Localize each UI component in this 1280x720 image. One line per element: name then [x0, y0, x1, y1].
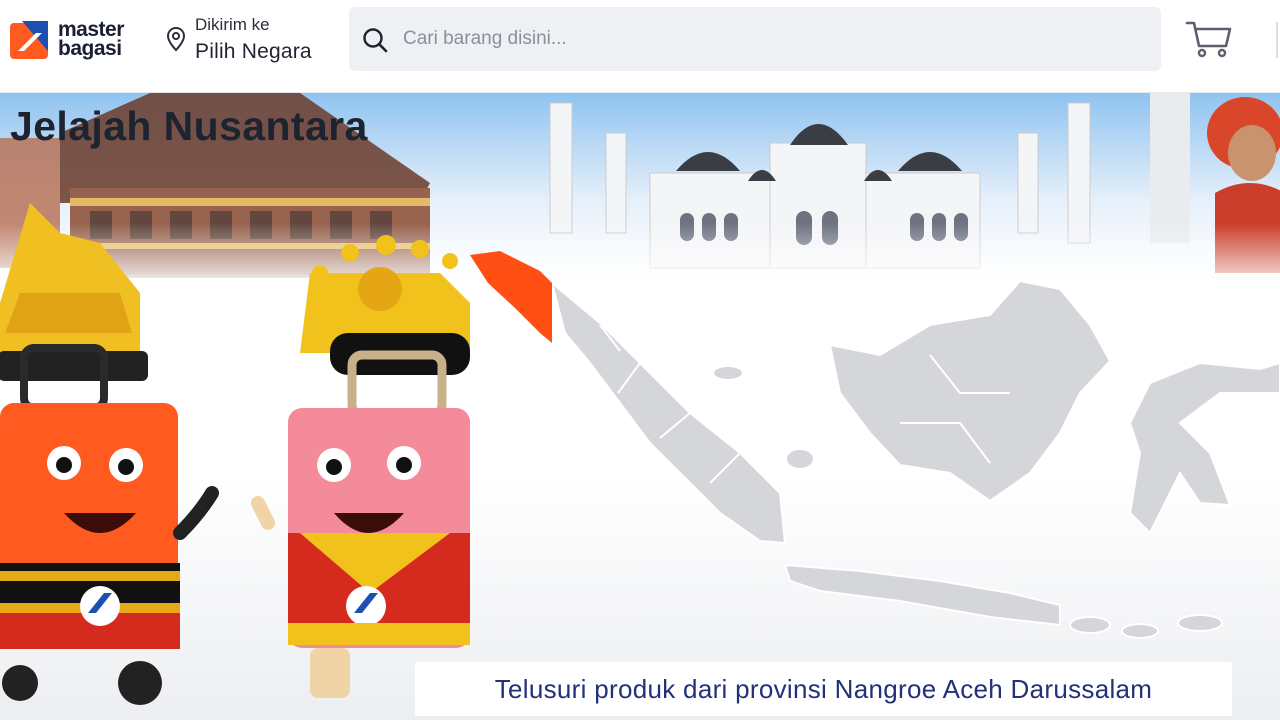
search-input[interactable] [403, 7, 1143, 71]
map-pin-icon [166, 26, 186, 52]
banner-title: Jelajah Nusantara [10, 103, 368, 149]
search-icon[interactable] [361, 26, 389, 54]
logo-line-2: bagasi [58, 37, 122, 60]
logo-mark-icon [10, 21, 48, 59]
ship-to-country-value: Pilih Negara [195, 40, 312, 63]
province-caption-text: Telusuri produk dari provinsi Nangroe Ac… [494, 673, 1153, 704]
ship-to-label: Dikirim ke [195, 15, 270, 34]
masterbagasi-logo[interactable]: master bagasi [8, 14, 148, 64]
province-caption-box[interactable]: Telusuri produk dari provinsi Nangroe Ac… [415, 662, 1232, 716]
ship-to-country-selector[interactable]: Dikirim ke Pilih Negara [163, 12, 333, 68]
banner-illustration [0, 93, 1280, 720]
pink-suitcase-mascot [251, 235, 470, 698]
search-bar[interactable] [349, 7, 1161, 71]
logo-wordmark: master bagasi [58, 19, 124, 60]
jelajah-nusantara-banner[interactable]: Jelajah Nusantara Telusuri produk dari p… [0, 93, 1280, 720]
top-navigation-bar: master bagasi Dikirim ke Pilih Negara [0, 0, 1280, 93]
shopping-cart-icon[interactable] [1184, 18, 1234, 60]
header-edge-divider [1276, 22, 1278, 58]
